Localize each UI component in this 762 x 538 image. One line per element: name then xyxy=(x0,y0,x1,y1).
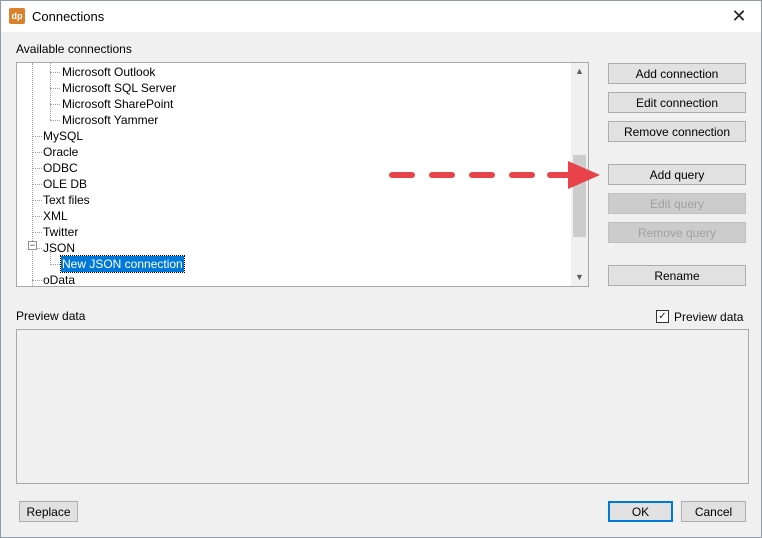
preview-data-label: Preview data xyxy=(16,309,86,323)
add-connection-button[interactable]: Add connection xyxy=(608,63,746,84)
tree-connector-line xyxy=(32,232,42,233)
preview-data-area xyxy=(16,329,749,484)
tree-connector-line xyxy=(50,264,60,265)
tree-item-microsoft-yammer[interactable]: Microsoft Yammer xyxy=(61,112,159,128)
tree-item-mysql[interactable]: MySQL xyxy=(42,128,84,144)
tree-item-json[interactable]: JSON xyxy=(42,240,76,256)
tree-item-odata[interactable]: oData xyxy=(42,272,76,286)
scroll-up-icon[interactable]: ▲ xyxy=(571,63,588,80)
tree-connector-line xyxy=(32,152,42,153)
tree-connector-line xyxy=(50,88,60,89)
window-title: Connections xyxy=(32,9,105,24)
available-connections-label: Available connections xyxy=(16,42,132,56)
title-bar: dp Connections ✕ xyxy=(1,1,761,32)
tree-item-microsoft-sharepoint[interactable]: Microsoft SharePoint xyxy=(61,96,174,112)
tree-item-ole-db[interactable]: OLE DB xyxy=(42,176,88,192)
preview-data-checkbox[interactable]: ✓ xyxy=(656,310,669,323)
ok-button[interactable]: OK xyxy=(608,501,673,522)
scroll-down-icon[interactable]: ▼ xyxy=(571,269,588,286)
collapse-icon[interactable]: − xyxy=(28,241,37,250)
tree-item-microsoft-sql-server[interactable]: Microsoft SQL Server xyxy=(61,80,177,96)
edit-connection-button[interactable]: Edit connection xyxy=(608,92,746,113)
tree-item-odbc[interactable]: ODBC xyxy=(42,160,79,176)
cancel-button[interactable]: Cancel xyxy=(681,501,746,522)
remove-query-button[interactable]: Remove query xyxy=(608,222,746,243)
tree-connector-line xyxy=(32,184,42,185)
replace-button[interactable]: Replace xyxy=(19,501,78,522)
tree-item-oracle[interactable]: Oracle xyxy=(42,144,79,160)
rename-button[interactable]: Rename xyxy=(608,265,746,286)
tree-item-new-json-connection[interactable]: New JSON connection xyxy=(60,255,185,273)
tree-connector-line xyxy=(32,200,42,201)
dashed-arrow-icon xyxy=(389,161,600,189)
preview-data-checkbox-label[interactable]: Preview data xyxy=(674,310,743,324)
app-logo-icon: dp xyxy=(9,8,25,24)
tree-item-text-files[interactable]: Text files xyxy=(42,192,91,208)
tree-connector-line xyxy=(32,136,42,137)
close-icon[interactable]: ✕ xyxy=(717,1,761,32)
tree-connector-line xyxy=(50,120,60,121)
tree-item-twitter[interactable]: Twitter xyxy=(42,224,79,240)
connections-dialog: dp Connections ✕ Available connections −… xyxy=(0,0,762,538)
tree-connector-line xyxy=(32,168,42,169)
tree-connector-line xyxy=(32,280,42,281)
tree-item-xml[interactable]: XML xyxy=(42,208,69,224)
add-query-button[interactable]: Add query xyxy=(608,164,746,185)
tree-connector-line xyxy=(50,104,60,105)
edit-query-button[interactable]: Edit query xyxy=(608,193,746,214)
tree-connector-line xyxy=(50,72,60,73)
tree-connector-line xyxy=(32,216,42,217)
tree-item-microsoft-outlook[interactable]: Microsoft Outlook xyxy=(61,64,156,80)
tree-connector-line xyxy=(32,63,33,245)
remove-connection-button[interactable]: Remove connection xyxy=(608,121,746,142)
